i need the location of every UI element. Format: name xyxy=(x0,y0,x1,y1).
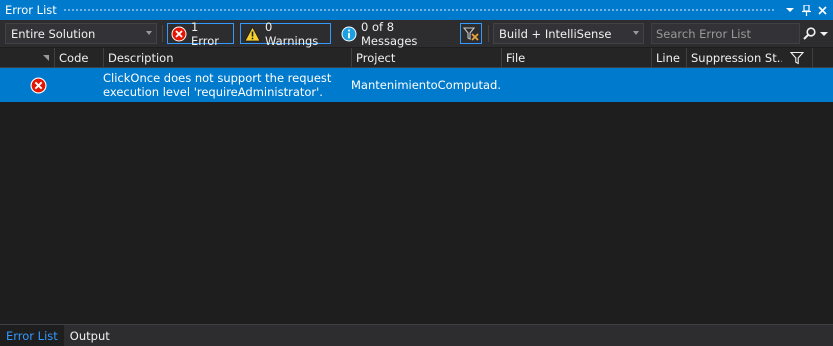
column-header-description[interactable]: Description xyxy=(103,48,351,68)
bottom-tab-strip: Error List Output xyxy=(0,324,833,346)
messages-filter-label: 0 of 8 Messages xyxy=(361,19,418,48)
error-circle-icon xyxy=(171,26,187,42)
error-circle-icon xyxy=(30,76,47,94)
column-header-file[interactable]: File xyxy=(501,48,651,68)
window-title: Error List xyxy=(5,3,57,17)
scope-combo-value: Entire Solution xyxy=(11,26,96,41)
chevron-down-icon xyxy=(820,31,828,36)
title-grip[interactable] xyxy=(62,7,776,13)
search-placeholder: Search Error List xyxy=(656,26,751,41)
warnings-filter-label: 0 Warnings xyxy=(265,19,319,48)
search-button[interactable] xyxy=(803,23,817,44)
info-circle-icon xyxy=(341,26,357,42)
warnings-filter-button[interactable]: 0 Warnings xyxy=(240,20,331,48)
toolbar-separator xyxy=(162,25,163,42)
column-header-suppression[interactable]: Suppression St... xyxy=(686,48,782,68)
pin-button[interactable] xyxy=(798,0,814,20)
messages-filter-button[interactable]: 0 of 8 Messages xyxy=(339,20,450,48)
row-description-cell: ClickOnce does not support the request e… xyxy=(103,68,348,102)
clear-filter-icon xyxy=(463,26,479,42)
close-icon xyxy=(817,5,827,15)
window-position-button[interactable] xyxy=(782,0,798,20)
column-header-sort[interactable] xyxy=(0,48,54,68)
row-line xyxy=(655,68,686,102)
build-source-combo[interactable]: Build + IntelliSense xyxy=(493,23,644,44)
table-row[interactable]: ClickOnce does not support the request e… xyxy=(0,68,833,102)
tab-output[interactable]: Output xyxy=(64,325,116,346)
search-icon xyxy=(803,27,816,40)
search-input[interactable]: Search Error List xyxy=(651,23,800,44)
sort-corner-icon xyxy=(43,55,49,61)
warning-triangle-icon xyxy=(244,25,261,42)
row-description: ClickOnce does not support the request e… xyxy=(103,71,332,99)
column-header-line[interactable]: Line xyxy=(651,48,686,68)
error-list-toolbar: Entire Solution 1 Error 0 Warnings 0 of … xyxy=(0,20,833,48)
row-suppression xyxy=(690,68,782,102)
search-options-button[interactable] xyxy=(820,23,830,44)
scope-combo[interactable]: Entire Solution xyxy=(5,23,157,44)
column-filter-button[interactable] xyxy=(782,48,812,68)
chevron-down-icon xyxy=(146,31,152,35)
tab-error-list[interactable]: Error List xyxy=(0,325,64,346)
column-header-code[interactable]: Code xyxy=(54,48,103,68)
toolbar-separator xyxy=(488,25,489,42)
column-header-project[interactable]: Project xyxy=(351,48,501,68)
column-header-spacer xyxy=(812,48,833,68)
row-project: MantenimientoComputad... xyxy=(351,78,501,92)
filter-funnel-icon xyxy=(790,51,804,65)
errors-filter-label: 1 Error xyxy=(191,19,220,48)
pin-icon xyxy=(801,4,811,16)
dropdown-arrow-icon xyxy=(786,8,794,12)
error-list-titlebar: Error List xyxy=(0,0,833,20)
close-button[interactable] xyxy=(814,0,830,20)
chevron-down-icon xyxy=(633,31,639,35)
build-source-value: Build + IntelliSense xyxy=(499,26,612,41)
row-code xyxy=(58,68,102,102)
row-severity xyxy=(30,68,50,102)
errors-filter-button[interactable]: 1 Error xyxy=(167,20,234,48)
clear-filter-button[interactable] xyxy=(460,23,482,44)
grid-header: Code Description Project File Line Suppr… xyxy=(0,48,833,68)
row-file xyxy=(505,68,651,102)
